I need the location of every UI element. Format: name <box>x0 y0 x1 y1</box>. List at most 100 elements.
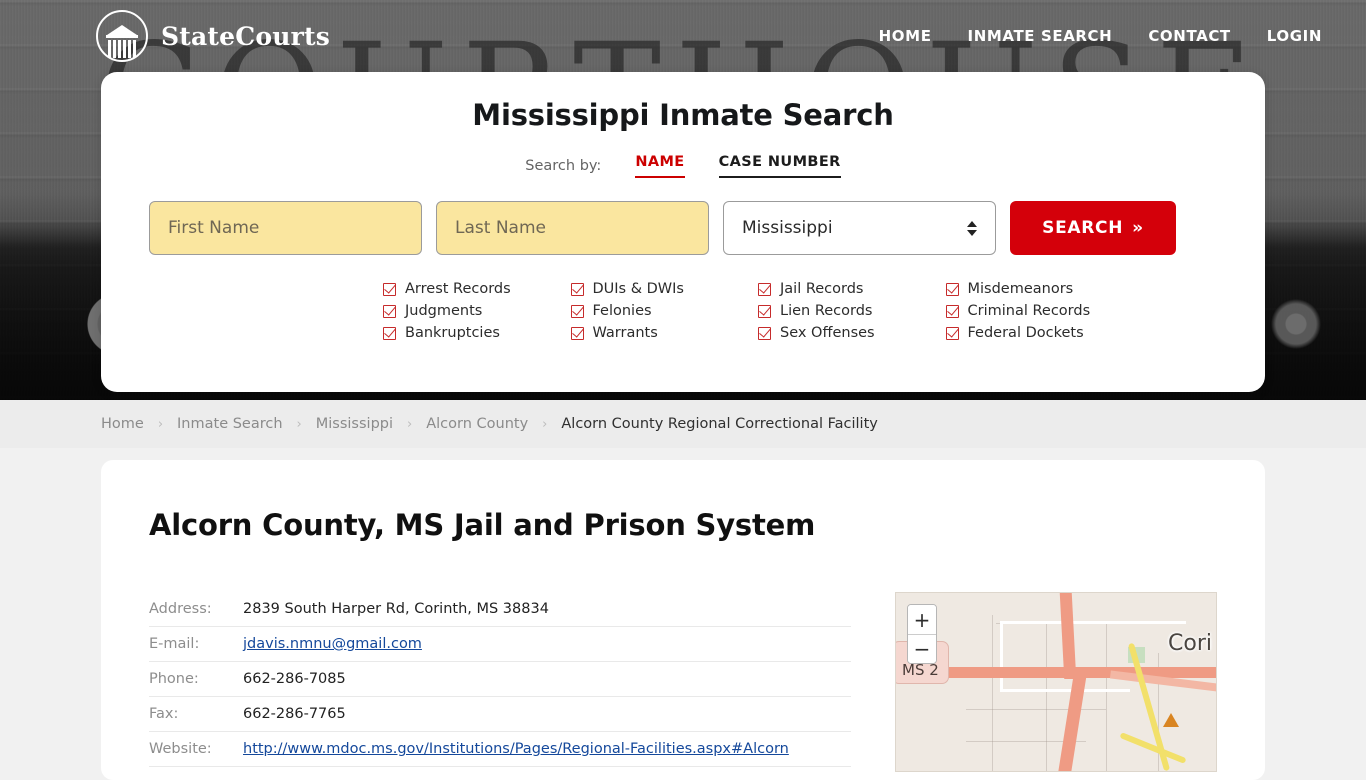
detail-value-website: http://www.mdoc.ms.gov/Institutions/Page… <box>243 741 789 757</box>
brand-logo[interactable]: StateCourts <box>96 10 330 62</box>
checkbox-misdemeanors[interactable]: Misdemeanors <box>945 281 1134 297</box>
search-by-label: Search by: <box>525 158 602 174</box>
checkbox-label: Sex Offenses <box>780 325 875 341</box>
zoom-in-button[interactable]: + <box>908 605 936 634</box>
table-row: Fax: 662-286-7765 <box>149 697 851 732</box>
checkbox-felonies[interactable]: Felonies <box>570 303 759 319</box>
state-select[interactable]: Mississippi <box>723 201 996 255</box>
table-row: E-mail: jdavis.nmnu@gmail.com <box>149 627 851 662</box>
checkmark-icon <box>383 326 396 340</box>
checkmark-icon <box>758 282 771 296</box>
facility-details-table: Address: 2839 South Harper Rd, Corinth, … <box>149 592 851 772</box>
search-card-title: Mississippi Inmate Search <box>472 98 894 132</box>
detail-label-website: Website: <box>149 741 212 757</box>
zoom-out-button[interactable]: − <box>908 634 936 663</box>
table-row: Phone: 662-286-7085 <box>149 662 851 697</box>
checkmark-icon <box>383 304 396 318</box>
checkbox-label: Federal Dockets <box>967 325 1084 341</box>
detail-label-address: Address: <box>149 601 212 617</box>
detail-value-email: jdavis.nmnu@gmail.com <box>243 636 422 652</box>
checkmark-icon <box>945 326 959 340</box>
detail-value-fax: 662-286-7765 <box>243 706 346 722</box>
detail-value-address: 2839 South Harper Rd, Corinth, MS 38834 <box>243 601 549 617</box>
checkbox-lien-records[interactable]: Lien Records <box>758 303 946 319</box>
detail-value-phone: 662-286-7085 <box>243 671 346 687</box>
breadcrumb: Home › Inmate Search › Mississippi › Alc… <box>0 400 1366 448</box>
inmate-search-form: Mississippi SEARCH » <box>101 201 1265 255</box>
breadcrumb-item-home[interactable]: Home <box>101 416 144 432</box>
website-link[interactable]: http://www.mdoc.ms.gov/Institutions/Page… <box>243 741 789 757</box>
highway-shield-line2: MS 2 <box>902 661 939 680</box>
map-marker-icon <box>1163 713 1179 727</box>
nav-item-contact[interactable]: CONTACT <box>1148 27 1230 45</box>
checkbox-label: Warrants <box>592 325 658 341</box>
checkbox-label: Lien Records <box>780 303 873 319</box>
search-button[interactable]: SEARCH » <box>1010 201 1176 255</box>
tab-name[interactable]: NAME <box>635 154 685 178</box>
checkbox-federal-dockets[interactable]: Federal Dockets <box>945 325 1134 341</box>
checkmark-icon <box>383 282 396 296</box>
map-zoom-controls: + − <box>907 604 937 664</box>
checkmark-icon <box>570 326 584 340</box>
checkmark-icon <box>570 304 584 318</box>
checkbox-sex-offenses[interactable]: Sex Offenses <box>758 325 946 341</box>
checkbox-arrest-records[interactable]: Arrest Records <box>383 281 571 297</box>
detail-label-email: E-mail: <box>149 636 200 652</box>
chevron-right-icon: › <box>296 416 302 432</box>
first-name-input[interactable] <box>149 201 422 255</box>
search-by-tabs: Search by: NAME CASE NUMBER <box>101 154 1265 178</box>
breadcrumb-item-mississippi[interactable]: Mississippi <box>316 416 393 432</box>
checkbox-judgments[interactable]: Judgments <box>383 303 571 319</box>
chevron-updown-icon <box>967 220 977 236</box>
email-link[interactable]: jdavis.nmnu@gmail.com <box>243 636 422 652</box>
checkbox-bankruptcies[interactable]: Bankruptcies <box>383 325 571 341</box>
nav-item-login[interactable]: LOGIN <box>1267 27 1322 45</box>
nav-item-home[interactable]: HOME <box>879 27 932 45</box>
record-type-checkbox-grid: Arrest Records DUIs & DWIs Jail Records … <box>101 281 1265 341</box>
state-select-value: Mississippi <box>742 218 833 238</box>
map-city-label: Cori <box>1168 631 1212 656</box>
hero-header: COURTHOUSE StateCourts HOME INMATE SEARC… <box>0 0 1366 400</box>
checkbox-label: Felonies <box>592 303 652 319</box>
chevron-right-icon: › <box>542 416 548 432</box>
checkbox-label: Arrest Records <box>405 281 511 297</box>
page-title: Alcorn County, MS Jail and Prison System <box>149 508 816 542</box>
nav-item-inmate-search[interactable]: INMATE SEARCH <box>968 27 1113 45</box>
checkmark-icon <box>570 282 584 296</box>
detail-label-fax: Fax: <box>149 706 179 722</box>
map-tiles: Cori 72 MS 2 <box>896 593 1216 771</box>
top-navigation-bar: StateCourts HOME INMATE SEARCH CONTACT L… <box>0 0 1366 72</box>
checkbox-label: Criminal Records <box>967 303 1091 319</box>
brand-name: StateCourts <box>161 21 330 51</box>
detail-label-phone: Phone: <box>149 671 199 687</box>
checkbox-label: Bankruptcies <box>405 325 500 341</box>
checkmark-icon <box>945 304 959 318</box>
table-row: Address: 2839 South Harper Rd, Corinth, … <box>149 592 851 627</box>
checkbox-label: Judgments <box>405 303 483 319</box>
checkbox-warrants[interactable]: Warrants <box>570 325 759 341</box>
checkmark-icon <box>945 282 959 296</box>
courthouse-circle-icon <box>96 10 148 62</box>
chevron-right-icon: › <box>407 416 413 432</box>
breadcrumb-item-inmate-search[interactable]: Inmate Search <box>177 416 283 432</box>
checkbox-duis-dwis[interactable]: DUIs & DWIs <box>570 281 759 297</box>
tab-case-number[interactable]: CASE NUMBER <box>718 154 841 178</box>
checkbox-jail-records[interactable]: Jail Records <box>758 281 946 297</box>
checkbox-label: Misdemeanors <box>967 281 1074 297</box>
facility-content-card: Alcorn County, MS Jail and Prison System… <box>101 460 1265 780</box>
double-chevron-right-icon: » <box>1132 218 1144 238</box>
facility-body: Address: 2839 South Harper Rd, Corinth, … <box>149 592 1217 772</box>
inmate-search-card: Mississippi Inmate Search Search by: NAM… <box>101 72 1265 392</box>
checkbox-label: Jail Records <box>780 281 864 297</box>
search-button-label: SEARCH <box>1042 218 1124 238</box>
checkbox-criminal-records[interactable]: Criminal Records <box>945 303 1134 319</box>
checkmark-icon <box>758 326 771 340</box>
primary-nav: HOME INMATE SEARCH CONTACT LOGIN <box>879 27 1322 45</box>
location-map[interactable]: Cori 72 MS 2 + − <box>895 592 1217 772</box>
breadcrumb-item-current: Alcorn County Regional Correctional Faci… <box>561 416 878 432</box>
chevron-right-icon: › <box>157 416 164 432</box>
checkmark-icon <box>758 304 771 318</box>
table-row: Website: http://www.mdoc.ms.gov/Institut… <box>149 732 851 767</box>
breadcrumb-item-alcorn-county[interactable]: Alcorn County <box>426 416 528 432</box>
last-name-input[interactable] <box>436 201 709 255</box>
